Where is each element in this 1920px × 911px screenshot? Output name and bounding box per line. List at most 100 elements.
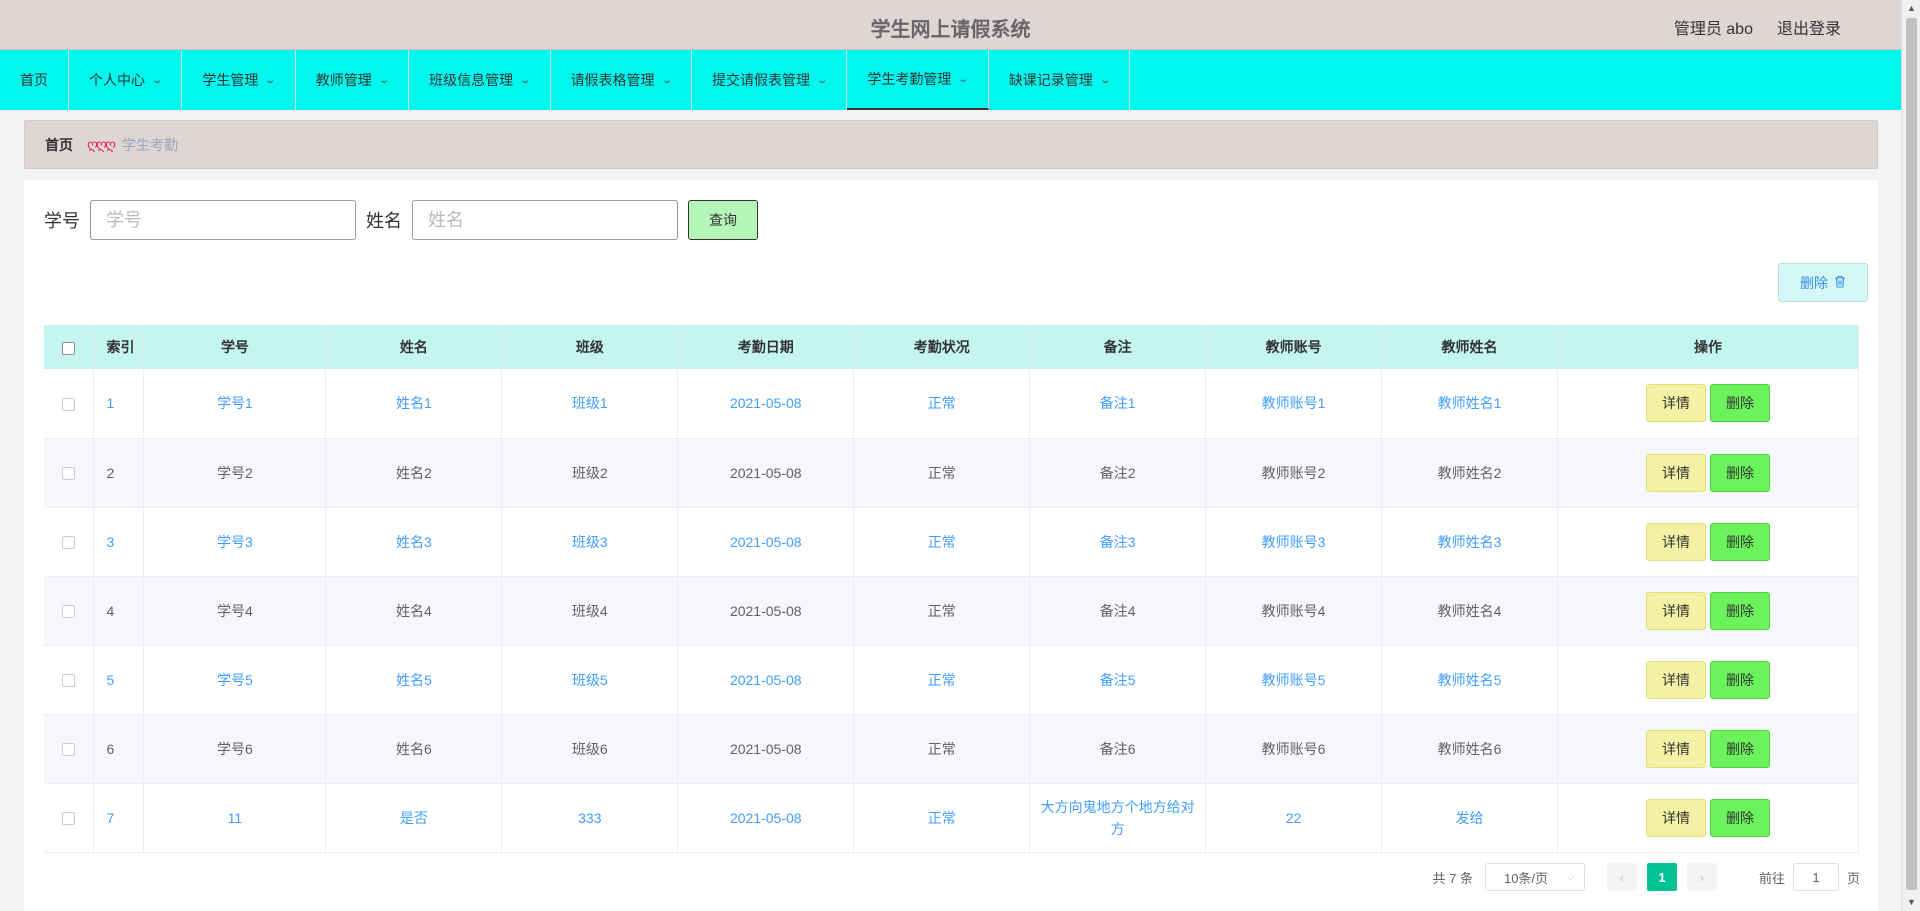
column-header: 姓名 (325, 325, 503, 369)
table-cell: 2021-05-08 (677, 576, 855, 646)
detail-button[interactable]: 详情 (1645, 522, 1706, 561)
detail-button[interactable]: 详情 (1645, 591, 1706, 630)
table-cell: 11 (143, 783, 327, 853)
row-checkbox[interactable] (62, 743, 76, 757)
table-row: 7 11 是否 333 2021-05-08 正常 大方向鬼地方个地方给对方 22 发给 详情 删除 (44, 783, 1860, 853)
row-checkbox[interactable] (62, 812, 76, 826)
table-cell: 正常 (853, 645, 1031, 715)
nav-item-0[interactable]: 首页 (0, 50, 69, 110)
table-cell: 学号4 (143, 576, 327, 646)
table-row: 4 学号4 姓名4 班级4 2021-05-08 正常 备注4 教师账号4 教师姓名4 详情 删除 (44, 576, 1860, 646)
chevron-down-icon: ⌄ (151, 74, 164, 86)
table-cell: 姓名2 (325, 438, 503, 508)
page-size-select[interactable]: 10条/页 ⌵ (1484, 863, 1585, 891)
pagination: 共 7 条 10条/页 ⌵ ‹ 1 › 前往 页 (1433, 863, 1860, 891)
nav-item-2[interactable]: 学生管理 ⌄ (182, 50, 296, 110)
page-scrollbar[interactable]: ▲ ▼ (1901, 0, 1920, 911)
table-cell: 备注5 (1029, 645, 1207, 715)
scroll-up-arrow-icon[interactable]: ▲ (1902, 0, 1920, 17)
student-id-input[interactable] (90, 200, 356, 240)
nav-item-5[interactable]: 请假表格管理 ⌄ (551, 50, 692, 110)
table-cell: 教师账号6 (1205, 714, 1383, 784)
table-cell: 教师账号2 (1205, 438, 1383, 508)
delete-row-button[interactable]: 删除 (1709, 384, 1770, 423)
nav-item-label: 个人中心 (89, 72, 145, 88)
row-checkbox[interactable] (62, 398, 76, 412)
table-cell: 班级4 (501, 576, 679, 646)
table-cell: 教师账号1 (1205, 369, 1383, 439)
table-cell: 学号3 (143, 507, 327, 577)
table-row: 2 学号2 姓名2 班级2 2021-05-08 正常 备注2 教师账号2 教师姓名2 详情 删除 (44, 438, 1860, 508)
table-cell: 2021-05-08 (677, 369, 855, 439)
table-cell: 教师姓名3 (1381, 507, 1558, 577)
student-name-input[interactable] (412, 200, 678, 240)
table-cell: 6 (93, 714, 145, 784)
detail-button[interactable]: 详情 (1645, 798, 1706, 837)
detail-button[interactable]: 详情 (1645, 384, 1706, 423)
table-cell: 2021-05-08 (677, 783, 855, 853)
delete-row-button[interactable]: 删除 (1709, 660, 1770, 699)
nav-item-label: 班级信息管理 (429, 72, 514, 88)
table-cell: 正常 (853, 714, 1031, 784)
table-cell: 1 (93, 369, 145, 439)
detail-button[interactable]: 详情 (1645, 453, 1706, 492)
nav-item-1[interactable]: 个人中心 ⌄ (69, 50, 183, 110)
delete-row-button[interactable]: 删除 (1709, 453, 1770, 492)
goto-suffix: 页 (1846, 870, 1860, 886)
row-actions: 详情 删除 (1557, 645, 1860, 715)
row-checkbox[interactable] (62, 467, 76, 481)
table-cell: 教师账号4 (1205, 576, 1383, 646)
delete-row-button[interactable]: 删除 (1709, 729, 1770, 768)
table-cell: 备注4 (1029, 576, 1207, 646)
row-actions: 详情 删除 (1557, 576, 1860, 646)
nav-item-label: 提交请假表管理 (711, 72, 810, 88)
next-page-button[interactable]: › (1686, 863, 1717, 891)
detail-button[interactable]: 详情 (1645, 729, 1706, 768)
delete-row-button[interactable]: 删除 (1709, 591, 1770, 630)
row-select-cell (44, 438, 95, 508)
page-number-button[interactable]: 1 (1646, 863, 1677, 891)
table-cell: 2021-05-08 (677, 507, 855, 577)
row-select-cell (44, 507, 95, 577)
scrollbar-thumb[interactable] (1906, 18, 1917, 890)
row-checkbox[interactable] (62, 674, 76, 688)
nav-item-4[interactable]: 班级信息管理 ⌄ (409, 50, 551, 110)
goto-page: 前往 页 (1759, 863, 1860, 891)
table-cell: 正常 (853, 369, 1031, 439)
table-cell: 备注2 (1029, 438, 1207, 508)
prev-page-button[interactable]: ‹ (1606, 863, 1637, 891)
column-header: 考勤状况 (853, 325, 1031, 369)
delete-row-button[interactable]: 删除 (1709, 522, 1770, 561)
select-all-checkbox[interactable] (62, 341, 76, 355)
logout-link[interactable]: 退出登录 (1777, 15, 1841, 39)
goto-page-input[interactable] (1792, 863, 1839, 891)
nav-item-7[interactable]: 学生考勤管理 ⌄ (847, 50, 989, 110)
nav-item-8[interactable]: 缺课记录管理 ⌄ (989, 50, 1131, 110)
table-cell: 发给 (1381, 783, 1558, 853)
table-cell: 备注1 (1029, 369, 1207, 439)
batch-delete-button[interactable]: 删除 (1778, 263, 1868, 302)
table-cell: 班级6 (501, 714, 679, 784)
breadcrumb-home[interactable]: 首页 (45, 135, 73, 155)
nav-item-3[interactable]: 教师管理 ⌄ (296, 50, 410, 110)
breadcrumb-separator: ღღღ (87, 136, 116, 152)
row-actions: 详情 删除 (1557, 438, 1860, 508)
table-cell: 7 (93, 783, 145, 853)
detail-button[interactable]: 详情 (1645, 660, 1706, 699)
table-cell: 姓名1 (325, 369, 503, 439)
delete-row-button[interactable]: 删除 (1709, 798, 1770, 837)
row-checkbox[interactable] (62, 536, 76, 550)
nav-item-6[interactable]: 提交请假表管理 ⌄ (692, 50, 848, 110)
chevron-down-icon: ⌄ (264, 74, 277, 86)
scroll-down-arrow-icon[interactable]: ▼ (1902, 894, 1920, 911)
query-button[interactable]: 查询 (688, 200, 758, 240)
row-checkbox[interactable] (62, 605, 76, 619)
search-form: 学号 姓名 查询 (44, 200, 758, 240)
chevron-right-icon: › (1699, 869, 1705, 885)
table-cell: 教师姓名5 (1381, 645, 1558, 715)
chevron-down-icon: ⌄ (957, 73, 970, 85)
table-cell: 班级1 (501, 369, 679, 439)
column-header: 教师姓名 (1381, 325, 1558, 369)
table-cell: 教师姓名2 (1381, 438, 1558, 508)
chevron-down-icon: ⌄ (660, 74, 673, 86)
